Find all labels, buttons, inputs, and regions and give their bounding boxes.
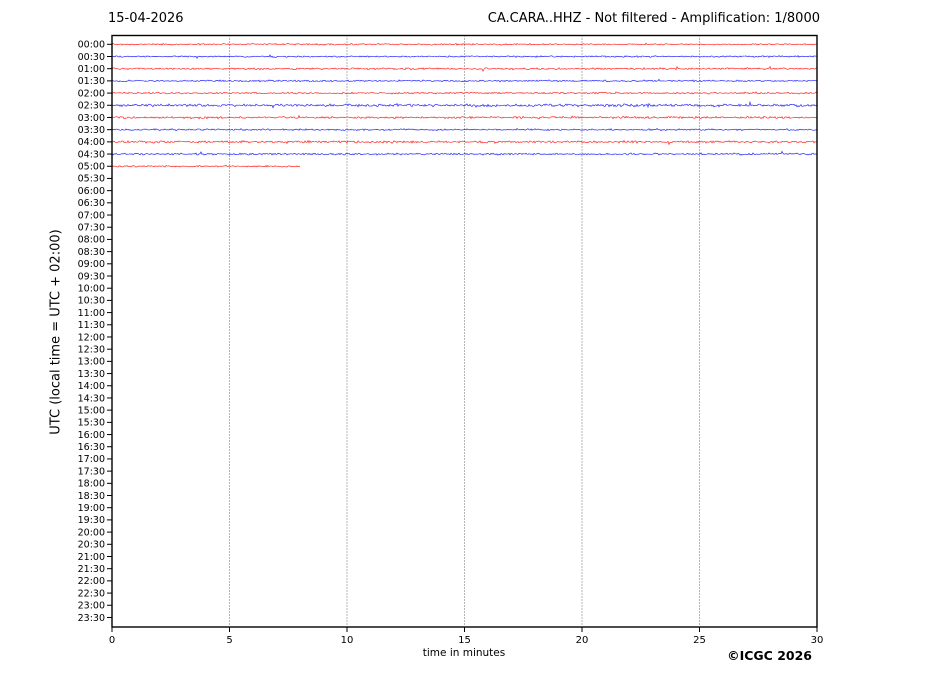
- copyright-label: ©ICGC 2026: [727, 648, 812, 663]
- y-tick-label: 23:30: [78, 613, 105, 624]
- y-tick-label: 09:00: [78, 259, 105, 270]
- y-tick-label: 00:30: [78, 52, 105, 63]
- x-tick-label: 10: [341, 635, 354, 646]
- y-tick-label: 04:00: [78, 137, 105, 148]
- trace-0300-red: [111, 114, 818, 120]
- y-tick-label: 10:00: [78, 284, 105, 295]
- y-tick-label: 18:30: [78, 491, 105, 502]
- x-tick-label: 5: [226, 635, 232, 646]
- trace-0100-red: [111, 65, 818, 72]
- y-tick-label: 04:30: [78, 149, 105, 160]
- trace-0430-blue: [111, 150, 818, 156]
- y-tick-label: 15:30: [78, 418, 105, 429]
- y-tick-label: 17:30: [78, 466, 105, 477]
- y-tick-label: 05:00: [78, 162, 105, 173]
- plot-title: CA.CARA..HHZ - Not filtered - Amplificat…: [487, 11, 820, 26]
- y-tick-label: 13:30: [78, 369, 105, 380]
- y-tick-label: 06:00: [78, 186, 105, 197]
- y-axis-label: UTC (local time = UTC + 02:00): [48, 229, 64, 435]
- y-tick-label: 19:00: [78, 503, 105, 514]
- y-tick-label: 07:00: [78, 210, 105, 221]
- y-tick-label: 11:30: [78, 320, 105, 331]
- y-tick-label: 22:00: [78, 576, 105, 587]
- y-tick-label: 09:30: [78, 271, 105, 282]
- y-tick-label: 08:00: [78, 235, 105, 246]
- y-tick-label: 11:00: [78, 308, 105, 319]
- trace-0130-blue: [111, 78, 818, 83]
- y-tick-label: 21:00: [78, 552, 105, 563]
- y-tick-label: 17:00: [78, 454, 105, 465]
- y-tick-label: 12:30: [78, 344, 105, 355]
- y-tick-label: 20:30: [78, 540, 105, 551]
- y-tick-label: 03:30: [78, 125, 105, 136]
- x-tick-label: 15: [458, 635, 471, 646]
- trace-0030-blue: [111, 54, 818, 59]
- y-tick-label: 02:00: [78, 88, 105, 99]
- plot-frame: [111, 34, 818, 628]
- helicorder-plot: 00:0000:3001:0001:3002:00 02:3003:0003:30…: [78, 34, 824, 646]
- x-axis-label: time in minutes: [422, 647, 506, 659]
- y-tick-label: 10:30: [78, 296, 105, 307]
- y-tick-label: 03:00: [78, 113, 105, 124]
- x-tick-label: 0: [109, 635, 115, 646]
- y-tick-label: 00:00: [78, 40, 105, 51]
- y-tick-label: 22:30: [78, 588, 105, 599]
- y-tick-label: 05:30: [78, 174, 105, 185]
- y-tick-label: 06:30: [78, 198, 105, 209]
- y-tick-label: 16:00: [78, 430, 105, 441]
- y-tick-label: 01:30: [78, 76, 105, 87]
- y-tick-label: 02:30: [78, 101, 105, 112]
- y-tick-label: 01:00: [78, 64, 105, 75]
- y-tick-label: 21:30: [78, 564, 105, 575]
- y-tick-label: 20:00: [78, 527, 105, 538]
- y-tick-label: 16:30: [78, 442, 105, 453]
- y-tick-label: 18:00: [78, 479, 105, 490]
- helicorder-page: 00:00 00:30 01:00 01:30 02:00 02:30 03:00 03:30…: [0, 0, 927, 696]
- trace-0500-red: [111, 164, 301, 168]
- y-tick-label: 14:00: [78, 381, 105, 392]
- y-tick-label: 15:00: [78, 405, 105, 416]
- x-tick-label: 25: [693, 635, 706, 646]
- x-tick-label: 30: [811, 635, 824, 646]
- date-title: 15-04-2026: [108, 11, 184, 26]
- y-tick-label: 14:30: [78, 393, 105, 404]
- y-tick-label: 08:30: [78, 247, 105, 258]
- y-tick-label: 13:00: [78, 357, 105, 368]
- y-tick-label: 07:30: [78, 223, 105, 234]
- y-tick-label: 12:00: [78, 332, 105, 343]
- trace-0200-red: [111, 91, 818, 95]
- y-tick-label: 19:30: [78, 515, 105, 526]
- y-tick-label: 23:00: [78, 601, 105, 612]
- x-tick-label: 20: [576, 635, 589, 646]
